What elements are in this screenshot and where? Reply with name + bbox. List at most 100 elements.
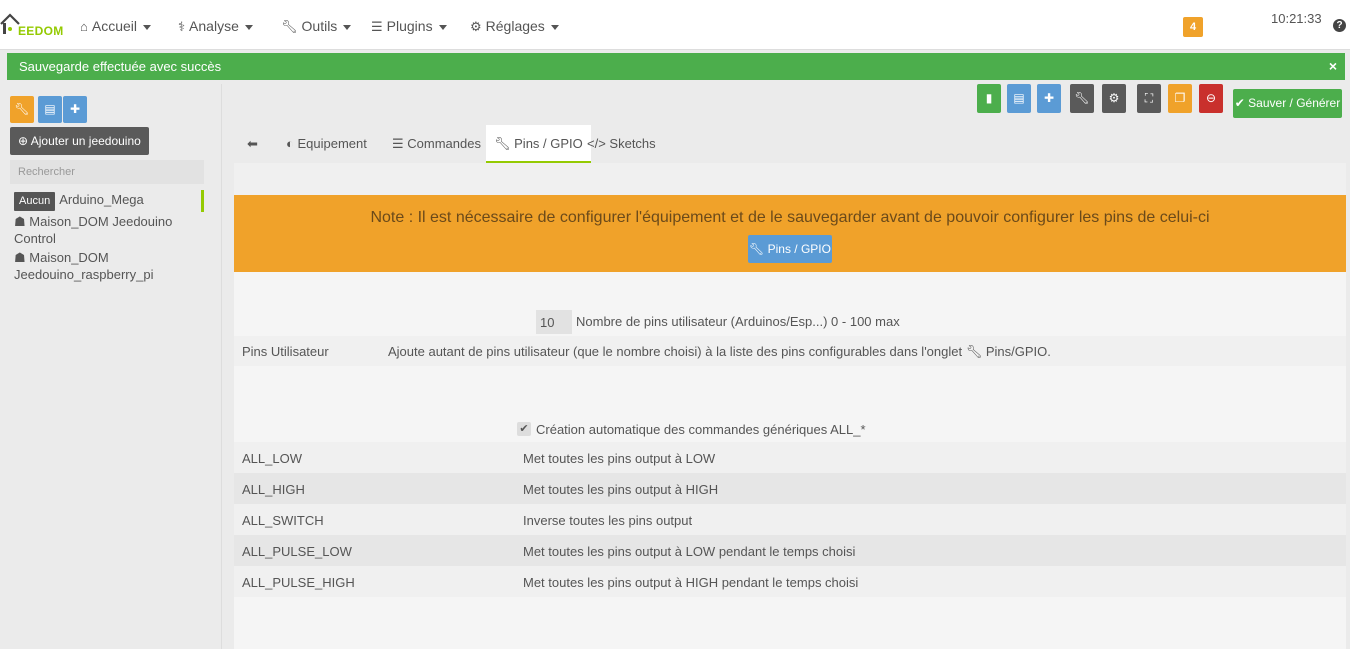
- equipment-name: Maison_DOM Jeedouino_raspberry_pi: [14, 250, 154, 282]
- table-row: ALL_PULSE_HIGH Met toutes les pins outpu…: [234, 566, 1346, 597]
- tab-sketchs[interactable]: </> Sketchs: [579, 125, 664, 163]
- caret-down-icon: [143, 24, 151, 30]
- alert-message: Sauvegarde effectuée avec succès: [19, 59, 222, 74]
- gear-icon: ⚙: [470, 19, 482, 34]
- table-row: ALL_HIGH Met toutes les pins output à HI…: [234, 473, 1346, 504]
- command-name: ALL_PULSE_HIGH: [242, 575, 355, 590]
- config-button[interactable]: 🔧︎: [10, 96, 34, 123]
- delete-button[interactable]: ⊖: [1199, 84, 1223, 113]
- panel-header: [234, 163, 1346, 195]
- equipment-name: Maison_DOM Jeedouino Control: [14, 214, 173, 246]
- search-input[interactable]: [10, 160, 204, 184]
- wrench-icon: 🔧︎: [749, 242, 765, 256]
- caret-down-icon: [438, 24, 447, 30]
- nav-analyse[interactable]: ⚕ Analyse: [178, 0, 253, 50]
- check-circle-icon: ✔: [1234, 96, 1245, 110]
- doc-button[interactable]: ▤: [1007, 84, 1031, 113]
- advanced-config-button[interactable]: ⚙: [1102, 84, 1126, 113]
- nav-outils[interactable]: 🔧︎ Outils: [281, 0, 352, 50]
- command-name: ALL_PULSE_LOW: [242, 544, 352, 559]
- tab-back[interactable]: ⬅: [239, 125, 266, 163]
- stethoscope-icon: ⚕: [178, 19, 186, 34]
- save-button[interactable]: ✔ Sauver / Générer: [1233, 89, 1342, 118]
- object-tag: Aucun: [14, 192, 56, 211]
- doc-button[interactable]: ▤: [38, 96, 62, 123]
- list-item[interactable]: ☗ Maison_DOM Jeedouino_raspberry_pi: [10, 248, 204, 284]
- wrench-icon: 🔧︎: [1074, 91, 1090, 105]
- nav-accueil[interactable]: ⌂ Accueil: [80, 0, 151, 50]
- sidebar: 🔧︎ ▤ ✚ ⊕ Ajouter un jeedouino AucunArdui…: [0, 84, 222, 649]
- add-jeedouino-button[interactable]: ⊕ Ajouter un jeedouino: [10, 127, 149, 155]
- tools-button[interactable]: 🔧︎: [1070, 84, 1094, 113]
- wrench-icon: 🔧︎: [494, 136, 511, 151]
- tachometer-icon: ◐: [286, 136, 294, 151]
- book-icon: ▮: [985, 91, 993, 105]
- tab-bar: ⬅ ◐ Equipement ☰ Commandes 🔧︎ Pins / GPI…: [234, 125, 1346, 163]
- book-button[interactable]: ▮: [977, 84, 1001, 113]
- tab-pins-gpio[interactable]: 🔧︎ Pins / GPIO: [486, 125, 591, 163]
- list-icon: ☰: [371, 19, 383, 34]
- copy-icon: ❐: [1174, 91, 1186, 105]
- fullscreen-button[interactable]: ⛶: [1137, 84, 1161, 113]
- list-alt-icon: ☰: [392, 136, 404, 151]
- generic-commands-label: Création automatique des commandes génér…: [536, 422, 866, 437]
- user-pins-tab-ref: Pins/GPIO.: [985, 344, 1051, 359]
- command-desc: Met toutes les pins output à HIGH: [523, 482, 719, 497]
- command-desc: Met toutes les pins output à HIGH pendan…: [523, 575, 859, 590]
- home-icon: ⌂: [80, 19, 88, 34]
- main-content: ▮ ▤ ✚ 🔧︎ ⚙ ⛶ ❐ ⊖ ✔ Sauver / Générer ⬅ ◐ …: [234, 84, 1346, 649]
- help-icon[interactable]: ?: [1333, 19, 1346, 32]
- user-pins-row: Pins Utilisateur Ajoute autant de pins u…: [234, 336, 1346, 366]
- tab-label: Equipement: [297, 136, 367, 151]
- pins-gpio-button[interactable]: 🔧︎ Pins / GPIO: [748, 235, 832, 263]
- notification-badge[interactable]: 4: [1183, 17, 1203, 37]
- arrow-circle-left-icon: ⬅: [247, 136, 258, 151]
- tab-commandes[interactable]: ☰ Commandes: [384, 125, 489, 163]
- save-button-label: Sauver / Générer: [1248, 96, 1341, 110]
- tab-equipement[interactable]: ◐ Equipement: [278, 125, 375, 163]
- user-pins-count-input[interactable]: [536, 310, 572, 334]
- warning-note: Note : Il est nécessaire de configurer l…: [234, 195, 1346, 272]
- pins-gpio-button-label: Pins / GPIO: [767, 242, 831, 256]
- user-pins-count-row: Nombre de pins utilisateur (Arduinos/Esp…: [234, 310, 1346, 334]
- equipment-name: Arduino_Mega: [59, 192, 144, 207]
- command-name: ALL_HIGH: [242, 482, 305, 497]
- wrench-icon: 🔧︎: [965, 344, 983, 359]
- brand-name: EEDOM: [18, 24, 64, 38]
- close-icon[interactable]: ×: [1329, 53, 1337, 80]
- caret-down-icon: [343, 24, 352, 30]
- house-icon: ☗: [14, 250, 26, 265]
- tab-label: Pins / GPIO: [514, 136, 583, 151]
- nav-outils-label: Outils: [301, 18, 338, 34]
- list-item[interactable]: Aucun Arduino_Mega: [10, 190, 204, 212]
- plus-circle-icon: ⊕: [18, 134, 29, 148]
- code-icon: </>: [587, 136, 606, 151]
- nav-plugins-label: Plugins: [386, 18, 433, 34]
- expand-icon: ⛶: [1144, 91, 1154, 105]
- equipment-list: Aucun Arduino_Mega ☗ Maison_DOM Jeedouino…: [10, 190, 204, 284]
- user-pins-desc: Ajoute autant de pins utilisateur (que l…: [388, 344, 1051, 360]
- nav-reglages-label: Réglages: [485, 18, 545, 34]
- note-text: Note : Il est nécessaire de configurer l…: [370, 209, 1210, 226]
- command-desc: Met toutes les pins output à LOW: [523, 451, 716, 466]
- clock: 10:21:33: [1271, 11, 1322, 26]
- nav-plugins[interactable]: ☰ Plugins: [371, 0, 447, 50]
- generic-commands-row: ✔ Création automatique des commandes gén…: [234, 419, 1346, 443]
- duplicate-button[interactable]: ❐: [1168, 84, 1192, 113]
- command-desc: Met toutes les pins output à LOW pendant…: [523, 544, 856, 559]
- nav-analyse-label: Analyse: [189, 18, 239, 34]
- generic-commands-checkbox[interactable]: ✔: [517, 422, 531, 436]
- pins-gpio-panel: Note : Il est nécessaire de configurer l…: [234, 163, 1346, 649]
- jeedom-logo[interactable]: EEDOM: [0, 8, 66, 42]
- table-row: ALL_SWITCH Inverse toutes les pins outpu…: [234, 504, 1346, 535]
- health-button[interactable]: ✚: [1037, 84, 1061, 113]
- file-icon: ▤: [44, 102, 56, 116]
- list-item[interactable]: ☗ Maison_DOM Jeedouino Control: [10, 212, 204, 248]
- health-button[interactable]: ✚: [63, 96, 87, 123]
- table-row: ALL_LOW Met toutes les pins output à LOW: [234, 442, 1346, 473]
- nav-reglages[interactable]: ⚙ Réglages: [470, 0, 559, 50]
- medkit-icon: ✚: [69, 102, 81, 116]
- command-desc: Inverse toutes les pins output: [523, 513, 693, 528]
- command-name: ALL_SWITCH: [242, 513, 324, 528]
- user-pins-key: Pins Utilisateur: [242, 344, 329, 359]
